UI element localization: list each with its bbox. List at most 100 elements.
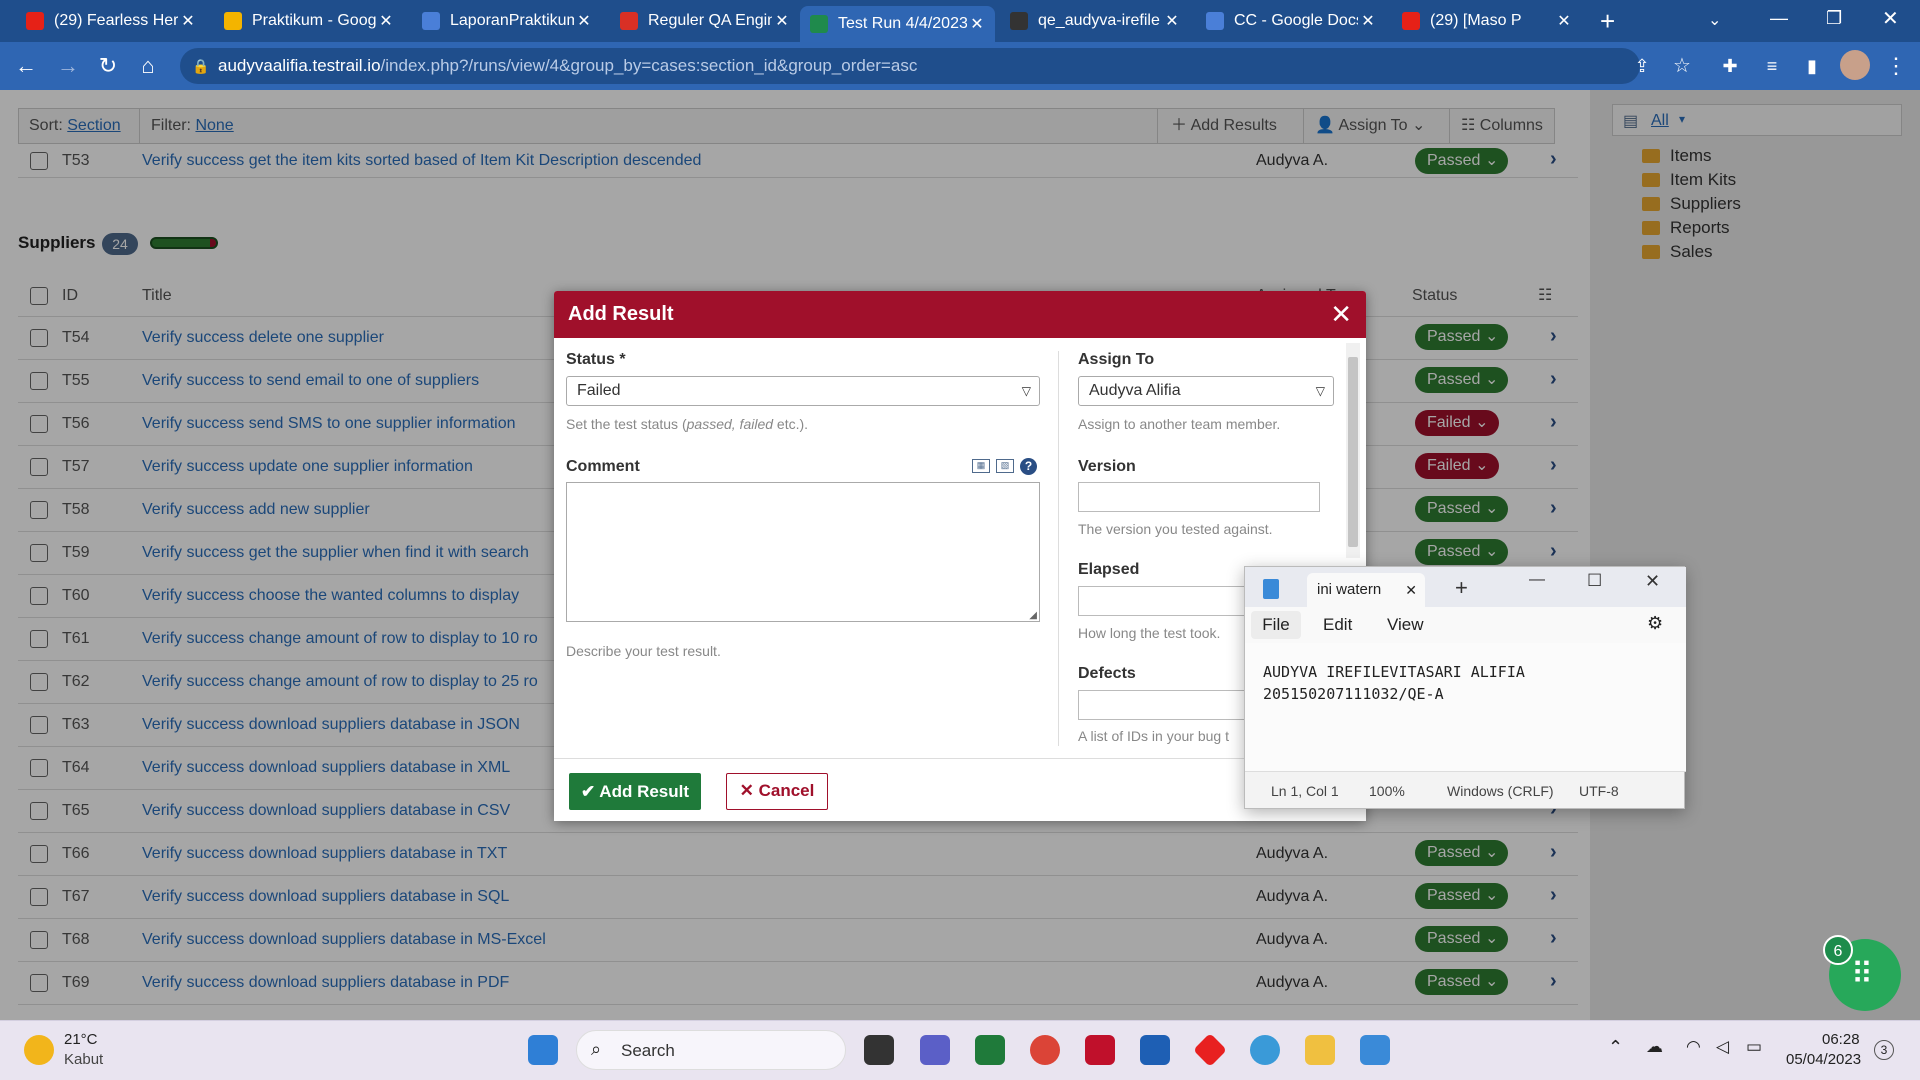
url-host: audyvaalifia.testrail.io xyxy=(218,56,381,75)
browser-tab[interactable]: LaporanPraktikum ✕ xyxy=(412,6,602,36)
check-icon: ✔ xyxy=(580,782,596,801)
file-explorer-icon[interactable] xyxy=(1305,1035,1335,1065)
browser-tab[interactable]: (29) [Maso P ✕ xyxy=(1392,6,1582,36)
required-marker: * xyxy=(619,351,626,368)
media-icon[interactable]: ≡ xyxy=(1756,50,1788,82)
restore-icon[interactable]: ❐ xyxy=(1826,8,1842,29)
avatar[interactable] xyxy=(1840,50,1870,80)
dialog-scrollbar[interactable] xyxy=(1346,343,1360,558)
volume-icon[interactable]: ◁ xyxy=(1716,1037,1729,1057)
close-icon[interactable]: ✕ xyxy=(1554,11,1574,31)
close-icon[interactable]: ✕ xyxy=(772,11,792,31)
defects-input[interactable] xyxy=(1078,690,1248,720)
taskbar-search[interactable]: ⌕ Search xyxy=(576,1030,846,1070)
minimize-icon[interactable]: — xyxy=(1529,571,1545,589)
notepad-taskbar-icon[interactable] xyxy=(1360,1035,1390,1065)
docs-icon xyxy=(1206,12,1224,30)
assign-select[interactable]: Audyva Alifia ▽ xyxy=(1078,376,1334,406)
new-tab-icon[interactable]: + xyxy=(1455,575,1468,601)
chevron-down-icon: ▽ xyxy=(1315,384,1325,398)
menu-edit[interactable]: Edit xyxy=(1323,611,1352,639)
task-view-icon[interactable] xyxy=(864,1035,894,1065)
close-icon[interactable]: ✕ xyxy=(178,11,198,31)
notepad-editor[interactable]: AUDYVA IREFILEVITASARI ALIFIA 20515020711… xyxy=(1245,643,1686,771)
share-icon[interactable]: ⇪ xyxy=(1626,50,1658,82)
settings-gear-icon[interactable]: ⚙ xyxy=(1647,613,1663,634)
battery-icon[interactable]: ▭ xyxy=(1746,1037,1762,1057)
tab-title: Test Run 4/4/2023 xyxy=(838,15,967,32)
forward-icon[interactable]: → xyxy=(52,50,84,82)
close-icon[interactable]: ✕ xyxy=(1358,11,1378,31)
resize-handle-icon[interactable]: ◢ xyxy=(1029,610,1037,621)
tab-title: Reguler QA Engin xyxy=(648,12,772,29)
reload-icon[interactable]: ↻ xyxy=(92,50,124,82)
version-hint: The version you tested against. xyxy=(1078,521,1273,537)
weather-desc: Kabut xyxy=(64,1051,104,1068)
app-diamond-icon[interactable] xyxy=(1193,1033,1227,1067)
search-icon: ⌕ xyxy=(591,1039,602,1059)
browser-tab[interactable]: qe_audyva-irefile ✕ xyxy=(1000,6,1190,36)
status-hint-em: passed, failed xyxy=(686,416,774,432)
notepad-line: 205150207111032/QE-A xyxy=(1263,685,1444,703)
elapsed-input[interactable] xyxy=(1078,586,1248,616)
back-icon[interactable]: ← xyxy=(10,50,42,82)
search-placeholder: Search xyxy=(621,1041,675,1060)
mcafee-icon[interactable] xyxy=(1085,1035,1115,1065)
chevron-up-icon[interactable]: ⌃ xyxy=(1608,1037,1623,1058)
status-select[interactable]: Failed ▽ xyxy=(566,376,1040,406)
close-icon[interactable]: ✕ xyxy=(574,11,594,31)
close-window-icon[interactable]: ✕ xyxy=(1645,571,1660,592)
menu-file[interactable]: File xyxy=(1251,611,1301,639)
close-icon[interactable]: ✕ xyxy=(1330,291,1352,338)
menu-view[interactable]: View xyxy=(1387,611,1424,639)
sidepanel-icon[interactable]: ▮ xyxy=(1796,50,1828,82)
chrome-icon[interactable] xyxy=(1030,1035,1060,1065)
close-icon: ✕ xyxy=(739,781,754,800)
notification-badge[interactable]: 3 xyxy=(1874,1040,1894,1060)
excel-icon[interactable] xyxy=(975,1035,1005,1065)
close-icon[interactable]: ✕ xyxy=(1162,11,1182,31)
home-icon[interactable]: ⌂ xyxy=(132,50,164,82)
close-icon[interactable]: ✕ xyxy=(1405,573,1417,607)
minimize-icon[interactable]: — xyxy=(1770,8,1788,29)
image-icon[interactable]: ▧ xyxy=(996,459,1014,473)
browser-tab[interactable]: CC - Google Docs ✕ xyxy=(1196,6,1386,36)
comment-textarea[interactable]: ◢ xyxy=(566,482,1040,622)
column-divider xyxy=(1058,351,1059,746)
browser-tab[interactable]: Praktikum - Goog ✕ xyxy=(214,6,404,36)
tab-search-icon[interactable]: ⌄ xyxy=(1708,10,1721,30)
help-icon[interactable]: ? xyxy=(1020,458,1037,475)
extensions-icon[interactable]: ✚ xyxy=(1714,50,1746,82)
menu-icon[interactable]: ⋮ xyxy=(1880,50,1912,82)
table-icon[interactable]: ▦ xyxy=(972,459,990,473)
new-tab-icon[interactable]: + xyxy=(1600,6,1615,37)
browser-tab[interactable]: Reguler QA Engin ✕ xyxy=(610,6,800,36)
close-icon[interactable]: ✕ xyxy=(967,14,987,34)
network-warning-icon[interactable]: ☁ xyxy=(1646,1037,1663,1057)
help-app-icon[interactable] xyxy=(1250,1035,1280,1065)
close-icon[interactable]: ✕ xyxy=(376,11,396,31)
teams-icon[interactable] xyxy=(920,1035,950,1065)
add-result-button[interactable]: ✔ Add Result xyxy=(569,773,701,810)
store-icon[interactable] xyxy=(1140,1035,1170,1065)
clock-time[interactable]: 06:28 xyxy=(1822,1031,1860,1048)
close-window-icon[interactable]: ✕ xyxy=(1882,6,1899,31)
notepad-tab[interactable]: ini watern ✕ xyxy=(1307,573,1425,607)
browser-tab[interactable]: (29) Fearless Hero ✕ xyxy=(16,6,206,36)
weather-icon[interactable] xyxy=(24,1035,54,1065)
clock-date[interactable]: 05/04/2023 xyxy=(1786,1051,1861,1068)
bookmark-star-icon[interactable]: ☆ xyxy=(1666,50,1698,82)
cancel-button[interactable]: ✕ Cancel xyxy=(726,773,828,810)
windows-start-icon[interactable] xyxy=(528,1035,558,1065)
browser-tab-bar: (29) Fearless Hero ✕ Praktikum - Goog ✕ La… xyxy=(0,0,1920,42)
browser-tab-active[interactable]: Test Run 4/4/2023 ✕ xyxy=(800,6,995,42)
assign-label: Assign To xyxy=(1078,351,1155,368)
wifi-icon[interactable]: ◠ xyxy=(1686,1037,1701,1057)
maximize-icon[interactable]: ☐ xyxy=(1587,571,1602,591)
testrail-icon xyxy=(810,15,828,33)
notepad-icon xyxy=(1263,579,1279,599)
notepad-titlebar: ini watern ✕ + — ☐ ✕ xyxy=(1245,567,1686,607)
version-input[interactable] xyxy=(1078,482,1320,512)
tab-title: CC - Google Docs xyxy=(1234,12,1358,29)
url-field[interactable]: 🔒 audyvaalifia.testrail.io/index.php?/run… xyxy=(180,48,1640,84)
